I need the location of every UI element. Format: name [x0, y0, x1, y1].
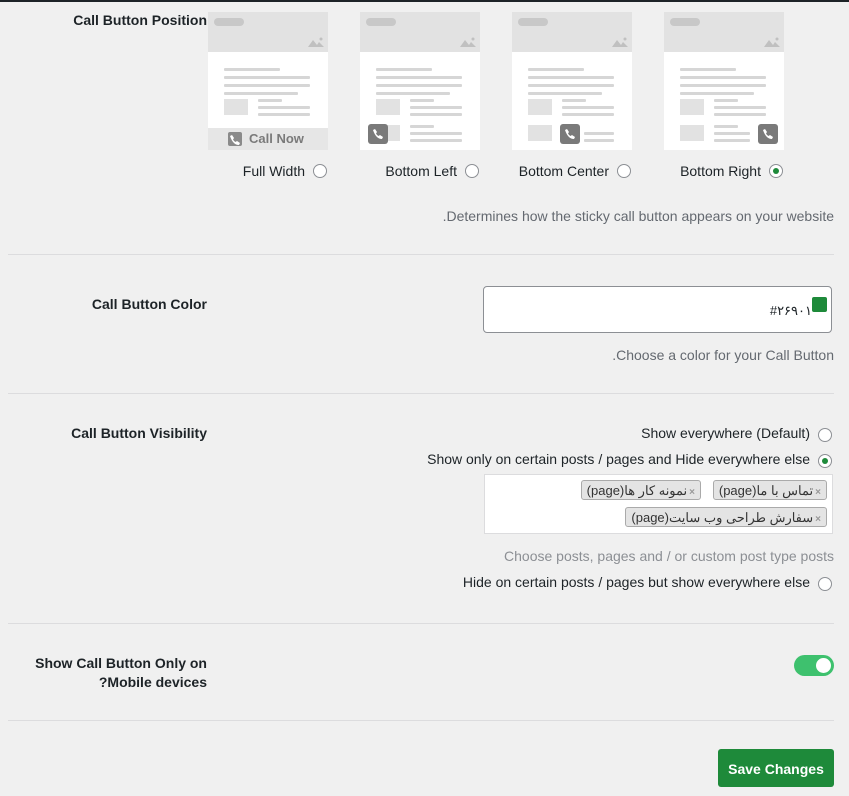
- divider: [8, 720, 834, 721]
- pages-select-hint: Choose posts, pages and / or custom post…: [504, 548, 834, 564]
- remove-tag-icon[interactable]: ×: [815, 514, 821, 525]
- color-swatch[interactable]: [812, 297, 827, 312]
- image-icon: [308, 37, 324, 47]
- remove-tag-icon[interactable]: ×: [815, 487, 821, 498]
- mobile-only-toggle[interactable]: [794, 655, 834, 676]
- color-value: #۲۶۹۰۱: [769, 303, 812, 318]
- radio-hide-on[interactable]: [818, 577, 832, 591]
- option-full-width-label[interactable]: Full Width: [243, 161, 305, 181]
- image-placeholder: [376, 99, 400, 115]
- radio-bottom-right[interactable]: [769, 164, 783, 178]
- preview-header: [360, 12, 480, 52]
- visibility-show-everywhere-label[interactable]: Show everywhere (Default): [641, 424, 810, 442]
- visibility-show-only-label[interactable]: Show only on certain posts / pages and H…: [427, 450, 810, 468]
- selected-page-tag[interactable]: ×سفارش طراحی وب سایت(page): [625, 507, 827, 527]
- remove-tag-icon[interactable]: ×: [689, 487, 695, 498]
- radio-show-only[interactable]: [818, 454, 832, 468]
- divider: [8, 254, 834, 255]
- phone-icon: [758, 124, 778, 144]
- toggle-knob: [816, 658, 831, 673]
- visibility-hide-on-label[interactable]: Hide on certain posts / pages but show e…: [463, 573, 810, 591]
- image-icon: [764, 37, 780, 47]
- option-bottom-right-label[interactable]: Bottom Right: [680, 161, 761, 181]
- image-icon: [612, 37, 628, 47]
- image-placeholder: [528, 99, 552, 115]
- preview-bottom-right[interactable]: [664, 12, 784, 150]
- radio-show-everywhere[interactable]: [818, 428, 832, 442]
- preview-header: [208, 12, 328, 52]
- call-now-text: Call Now: [249, 131, 304, 146]
- option-bottom-left-label[interactable]: Bottom Left: [385, 161, 457, 181]
- image-placeholder: [224, 99, 248, 115]
- pages-select[interactable]: ×تماس با ما(page) ×نمونه کار ها(page) ×س…: [484, 474, 833, 534]
- preview-full-width[interactable]: Call Now: [208, 12, 328, 150]
- phone-icon: [368, 124, 388, 144]
- divider: [8, 393, 834, 394]
- phone-icon: [228, 132, 242, 146]
- visibility-label: Call Button Visibility: [71, 425, 207, 441]
- option-bottom-center-label[interactable]: Bottom Center: [519, 161, 609, 181]
- color-label: Call Button Color: [91, 296, 207, 312]
- preview-bottom-left[interactable]: [360, 12, 480, 150]
- image-placeholder: [680, 99, 704, 115]
- top-border: [0, 0, 849, 2]
- color-picker-input[interactable]: #۲۶۹۰۱: [483, 286, 832, 333]
- radio-full-width[interactable]: [313, 164, 327, 178]
- color-description: Choose a color for your Call Button.: [612, 347, 834, 363]
- phone-icon: [560, 124, 580, 144]
- mobile-only-label: Show Call Button Only on Mobile devices?: [35, 655, 207, 690]
- preview-bottom-center[interactable]: [512, 12, 632, 150]
- image-icon: [460, 37, 476, 47]
- radio-bottom-left[interactable]: [465, 164, 479, 178]
- call-now-bar: Call Now: [208, 128, 328, 150]
- position-label: Call Button Position: [73, 12, 207, 28]
- divider: [8, 623, 834, 624]
- save-changes-button[interactable]: Save Changes: [718, 749, 834, 787]
- radio-bottom-center[interactable]: [617, 164, 631, 178]
- preview-header: [664, 12, 784, 52]
- selected-page-tag[interactable]: ×تماس با ما(page): [712, 480, 827, 500]
- preview-header: [512, 12, 632, 52]
- position-description: Determines how the sticky call button ap…: [442, 208, 834, 224]
- selected-page-tag[interactable]: ×نمونه کار ها(page): [580, 480, 701, 500]
